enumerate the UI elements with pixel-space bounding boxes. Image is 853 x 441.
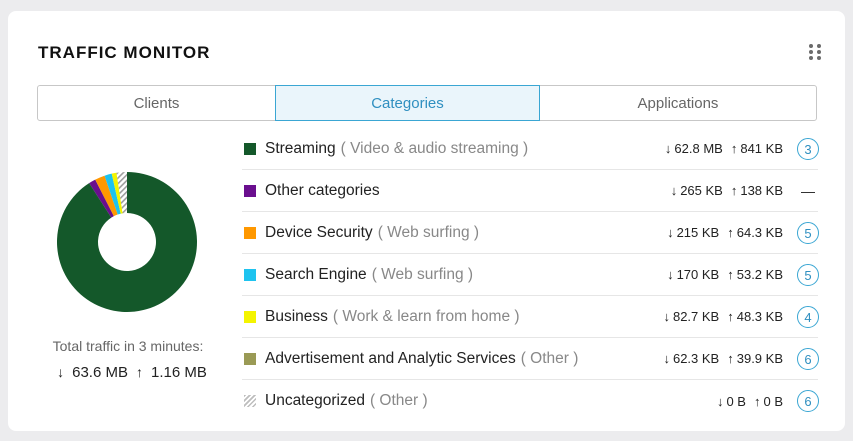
- category-row[interactable]: Advertisement and Analytic Services( Oth…: [242, 338, 819, 380]
- category-color-swatch: [244, 268, 256, 281]
- client-count-badge[interactable]: 6: [797, 348, 819, 370]
- client-count-badge[interactable]: 6: [797, 390, 819, 412]
- download-arrow-icon: ↓: [663, 351, 670, 366]
- category-download: 265 KB: [680, 183, 723, 198]
- category-upload: 64.3 KB: [736, 225, 783, 240]
- category-group: ( Other ): [520, 349, 579, 367]
- category-traffic: ↓ 215 KB ↑ 64.3 KB: [667, 212, 783, 253]
- category-traffic: ↓ 62.8 MB ↑ 841 KB: [665, 128, 783, 169]
- category-upload: 53.2 KB: [736, 267, 783, 282]
- client-count-badge[interactable]: 5: [797, 222, 819, 244]
- category-color-swatch: [244, 142, 256, 155]
- client-count-badge[interactable]: 4: [797, 306, 819, 328]
- category-name: Advertisement and Analytic Services: [265, 349, 516, 367]
- upload-arrow-icon: ↑: [753, 393, 761, 409]
- tab-bar: Clients Categories Applications: [37, 85, 817, 121]
- client-count-badge[interactable]: 3: [797, 138, 819, 160]
- total-upload: 1.16 MB: [151, 364, 207, 381]
- category-group: ( Video & audio streaming ): [340, 139, 529, 157]
- upload-arrow-icon: ↑: [727, 351, 734, 366]
- category-name: Other categories: [265, 181, 380, 199]
- category-list: Streaming( Video & audio streaming ) ↓ 62.…: [242, 128, 819, 422]
- category-name: Business: [265, 307, 328, 325]
- category-name: Uncategorized: [265, 392, 365, 409]
- download-arrow-icon: ↓: [57, 364, 65, 380]
- category-color-swatch: [244, 352, 256, 365]
- client-count-empty: —: [801, 183, 815, 199]
- category-upload: 48.3 KB: [736, 309, 783, 324]
- category-group: ( Web surfing ): [377, 223, 480, 241]
- category-download: 82.7 KB: [672, 309, 720, 324]
- traffic-donut-chart: [56, 171, 198, 313]
- category-upload: 0 B: [763, 393, 783, 409]
- category-upload: 39.9 KB: [736, 351, 783, 366]
- download-arrow-icon: ↓: [663, 309, 670, 324]
- category-download: 215 KB: [676, 225, 720, 240]
- tab-categories[interactable]: Categories: [275, 85, 540, 121]
- download-arrow-icon: ↓: [670, 183, 678, 198]
- category-traffic: ↓ 170 KB ↑ 53.2 KB: [667, 254, 783, 295]
- category-name: Device Security: [265, 223, 373, 241]
- category-row[interactable]: Uncategorized( Other ) ↓ 0 B ↑ 0 B6: [242, 380, 819, 422]
- category-upload: 138 KB: [740, 183, 783, 198]
- category-row[interactable]: Streaming( Video & audio streaming ) ↓ 62.…: [242, 128, 819, 170]
- upload-arrow-icon: ↑: [730, 141, 738, 156]
- download-arrow-icon: ↓: [716, 393, 724, 409]
- widget-title: TRAFFIC MONITOR: [38, 43, 211, 62]
- traffic-monitor-card: TRAFFIC MONITOR Clients Categories Appli…: [8, 11, 845, 431]
- category-name: Streaming: [265, 139, 336, 157]
- upload-arrow-icon: ↑: [727, 309, 734, 324]
- download-arrow-icon: ↓: [667, 267, 674, 282]
- category-traffic: ↓ 82.7 KB ↑ 48.3 KB: [663, 296, 783, 337]
- upload-arrow-icon: ↑: [727, 267, 734, 282]
- total-download: 63.6 MB: [72, 364, 128, 381]
- tab-applications[interactable]: Applications: [540, 86, 816, 120]
- category-name: Search Engine: [265, 265, 367, 283]
- category-row[interactable]: Business( Work & learn from home ) ↓ 82.7 …: [242, 296, 819, 338]
- category-row[interactable]: Device Security( Web surfing ) ↓ 215 KB ↑ 64…: [242, 212, 819, 254]
- category-download: 0 B: [726, 393, 746, 409]
- drag-handle-icon[interactable]: [809, 44, 821, 60]
- category-download: 170 KB: [676, 267, 720, 282]
- category-color-swatch: [244, 310, 256, 323]
- category-row[interactable]: Search Engine( Web surfing ) ↓ 170 KB ↑ 53.2…: [242, 254, 819, 296]
- total-traffic-values: ↓ 63.6 MB ↑ 1.16 MB: [38, 364, 218, 381]
- category-group: ( Work & learn from home ): [332, 307, 520, 325]
- category-traffic: ↓ 265 KB ↑ 138 KB: [671, 170, 783, 211]
- category-download: 62.8 MB: [674, 141, 723, 156]
- category-color-swatch: [244, 184, 256, 197]
- category-color-swatch: [244, 226, 256, 239]
- total-traffic-label: Total traffic in 3 minutes:: [52, 338, 204, 354]
- donut-svg: [56, 172, 197, 312]
- download-arrow-icon: ↓: [664, 141, 672, 156]
- tab-clients[interactable]: Clients: [38, 86, 275, 120]
- upload-arrow-icon: ↑: [730, 183, 738, 198]
- category-traffic: ↓ 0 B ↑ 0 B: [717, 380, 783, 422]
- category-group: ( Other ): [369, 392, 428, 409]
- upload-arrow-icon: ↑: [727, 225, 734, 240]
- category-group: ( Web surfing ): [371, 265, 474, 283]
- upload-arrow-icon: ↑: [136, 364, 143, 380]
- category-upload: 841 KB: [740, 141, 783, 156]
- category-download: 62.3 KB: [672, 351, 720, 366]
- download-arrow-icon: ↓: [667, 225, 674, 240]
- category-traffic: ↓ 62.3 KB ↑ 39.9 KB: [663, 338, 783, 379]
- category-color-swatch: [244, 395, 256, 407]
- category-row[interactable]: Other categories ↓ 265 KB ↑ 138 KB —: [242, 170, 818, 212]
- client-count-badge[interactable]: 5: [797, 264, 819, 286]
